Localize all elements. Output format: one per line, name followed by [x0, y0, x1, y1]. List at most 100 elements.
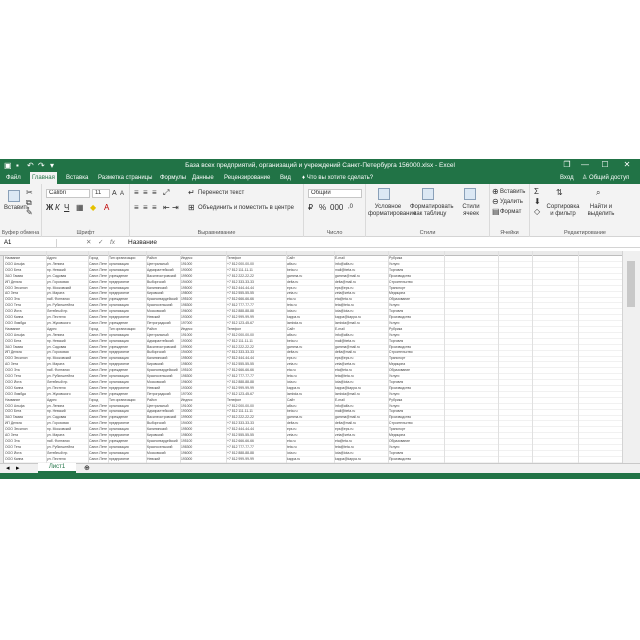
table-cell[interactable]: kappa.ru — [287, 457, 333, 462]
table-cell[interactable]: Кировский — [147, 291, 179, 296]
table-cell[interactable]: +7 812 888-88-88 — [227, 451, 285, 456]
table-cell[interactable]: Образование — [389, 439, 443, 444]
table-cell[interactable]: eps.ru — [287, 286, 333, 291]
table-cell[interactable]: Производство — [389, 457, 443, 462]
table-cell[interactable]: +7 812 888-88-88 — [227, 309, 285, 314]
prev-sheet-icon[interactable]: ◂ — [6, 464, 10, 473]
table-cell[interactable]: alfa.ru — [287, 333, 333, 338]
table-cell[interactable]: +7 812 444-44-44 — [227, 427, 285, 432]
font-name-select[interactable]: Calibri — [46, 189, 90, 198]
table-cell[interactable]: eta@eta.ru — [335, 297, 387, 302]
table-cell[interactable]: 194000 — [181, 421, 225, 426]
table-cell[interactable]: предприятие — [109, 386, 145, 391]
table-cell[interactable]: teta.ru — [287, 445, 333, 450]
table-cell[interactable]: zeta@zeta.ru — [335, 291, 387, 296]
table-cell[interactable]: ул. Садовая — [47, 274, 87, 279]
table-cell[interactable]: Выборгский — [147, 421, 179, 426]
table-cell[interactable]: ул. Рубинштейна — [47, 303, 87, 308]
align-top-icon[interactable]: ≡ — [134, 188, 139, 197]
table-cell[interactable]: 193000 — [181, 386, 225, 391]
table-cell[interactable]: 199000 — [181, 415, 225, 420]
table-cell[interactable]: организация — [109, 445, 145, 450]
table-cell[interactable]: Торговля — [389, 451, 443, 456]
table-cell[interactable]: 198300 — [181, 445, 225, 450]
table-cell[interactable]: 194000 — [181, 280, 225, 285]
table-cell[interactable]: ООО Эпсилон — [5, 286, 45, 291]
table-cell[interactable]: lambda.ru — [287, 321, 333, 326]
table-cell[interactable]: Санкт-Петербург — [89, 297, 107, 302]
table-cell[interactable]: предприятие — [109, 291, 145, 296]
insert-cells-icon[interactable]: ⊕ — [492, 187, 499, 196]
increase-indent-icon[interactable]: ⇥ — [172, 203, 179, 212]
worksheet-grid[interactable]: Название Адрес Город Тип организации Район Ин… — [0, 251, 640, 463]
table-cell[interactable]: 196000 — [181, 451, 225, 456]
table-cell[interactable]: lambda@mail.ru — [335, 321, 387, 326]
table-cell[interactable]: наб. Фонтанки — [47, 297, 87, 302]
table-cell[interactable]: Санкт-Петербург — [89, 274, 107, 279]
table-cell[interactable]: Город — [89, 256, 107, 261]
table-cell[interactable]: +7 812 333-33-33 — [227, 280, 285, 285]
table-cell[interactable]: zeta.ru — [287, 433, 333, 438]
table-cell[interactable]: iota@iota.ru — [335, 380, 387, 385]
table-cell[interactable]: Торговля — [389, 268, 443, 273]
table-cell[interactable]: +7 812 777-77-77 — [227, 445, 285, 450]
table-cell[interactable]: Красногвардейский — [147, 297, 179, 302]
conditional-formatting-icon[interactable] — [378, 188, 390, 200]
table-cell[interactable]: eta.ru — [287, 439, 333, 444]
table-cell[interactable]: Санкт-Петербург — [89, 333, 107, 338]
table-cell[interactable]: Адрес — [47, 398, 87, 403]
table-cell[interactable]: Название — [5, 327, 45, 332]
table-cell[interactable]: Тип организации — [109, 398, 145, 403]
table-cell[interactable]: Невский — [147, 386, 179, 391]
table-cell[interactable]: организация — [109, 356, 145, 361]
table-cell[interactable]: mail@beta.ru — [335, 268, 387, 273]
table-cell[interactable]: ООО Бета — [5, 409, 45, 414]
table-cell[interactable]: Невский — [147, 315, 179, 320]
table-cell[interactable]: пр. Московский — [47, 427, 87, 432]
table-cell[interactable]: ООО Йота — [5, 309, 45, 314]
table-cell[interactable]: 198000 — [181, 291, 225, 296]
font-size-select[interactable]: 11 — [92, 189, 110, 198]
table-cell[interactable]: +7 812 111-11-11 — [227, 339, 285, 344]
table-cell[interactable]: Санкт-Петербург — [89, 268, 107, 273]
table-cell[interactable]: ООО Бета — [5, 339, 45, 344]
table-cell[interactable]: Строительство — [389, 350, 443, 355]
table-cell[interactable]: Петроградский — [147, 392, 179, 397]
table-cell[interactable]: Транспорт — [389, 427, 443, 432]
table-cell[interactable]: Услуги — [389, 333, 443, 338]
table-cell[interactable]: Адмиралтейский — [147, 409, 179, 414]
table-cell[interactable]: info@alfa.ru — [335, 404, 387, 409]
table-cell[interactable]: Василеостровский — [147, 345, 179, 350]
table-cell[interactable]: gamma.ru — [287, 345, 333, 350]
table-cell[interactable]: Производство — [389, 345, 443, 350]
table-cell[interactable]: Образование — [389, 368, 443, 373]
table-cell[interactable]: E-mail — [335, 256, 387, 261]
table-cell[interactable]: Санкт-Петербург — [89, 457, 107, 462]
table-cell[interactable]: 195100 — [181, 297, 225, 302]
table-cell[interactable]: Город — [89, 327, 107, 332]
table-cell[interactable]: Санкт-Петербург — [89, 445, 107, 450]
table-cell[interactable]: delta.ru — [287, 350, 333, 355]
table-cell[interactable]: Санкт-Петербург — [89, 404, 107, 409]
cell-area[interactable]: Название Адрес Город Тип организации Район Ин… — [4, 256, 622, 463]
autosum-icon[interactable]: Σ — [534, 187, 539, 196]
table-cell[interactable]: учреждение — [109, 274, 145, 279]
table-cell[interactable]: ООО Эпсилон — [5, 427, 45, 432]
cell-styles-icon[interactable] — [464, 188, 476, 200]
vertical-scrollbar[interactable] — [622, 251, 640, 463]
table-cell[interactable]: ул. Пестеля — [47, 315, 87, 320]
table-cell[interactable]: eps@eps.ru — [335, 427, 387, 432]
table-cell[interactable]: iota.ru — [287, 309, 333, 314]
table-cell[interactable]: ООО Альфа — [5, 333, 45, 338]
table-cell[interactable]: ул. Ленина — [47, 333, 87, 338]
table-cell[interactable]: +7 812 123-45-67 — [227, 392, 285, 397]
table-cell[interactable]: Красногвардейский — [147, 439, 179, 444]
table-cell[interactable]: eps@eps.ru — [335, 356, 387, 361]
table-cell[interactable]: teta@teta.ru — [335, 374, 387, 379]
font-color-icon[interactable]: A — [104, 203, 109, 212]
table-cell[interactable]: delta.ru — [287, 280, 333, 285]
share-button[interactable]: ♙ Общий доступ — [582, 172, 629, 184]
table-cell[interactable]: Литейный пр. — [47, 451, 87, 456]
table-cell[interactable]: 195100 — [181, 368, 225, 373]
table-cell[interactable]: организация — [109, 451, 145, 456]
